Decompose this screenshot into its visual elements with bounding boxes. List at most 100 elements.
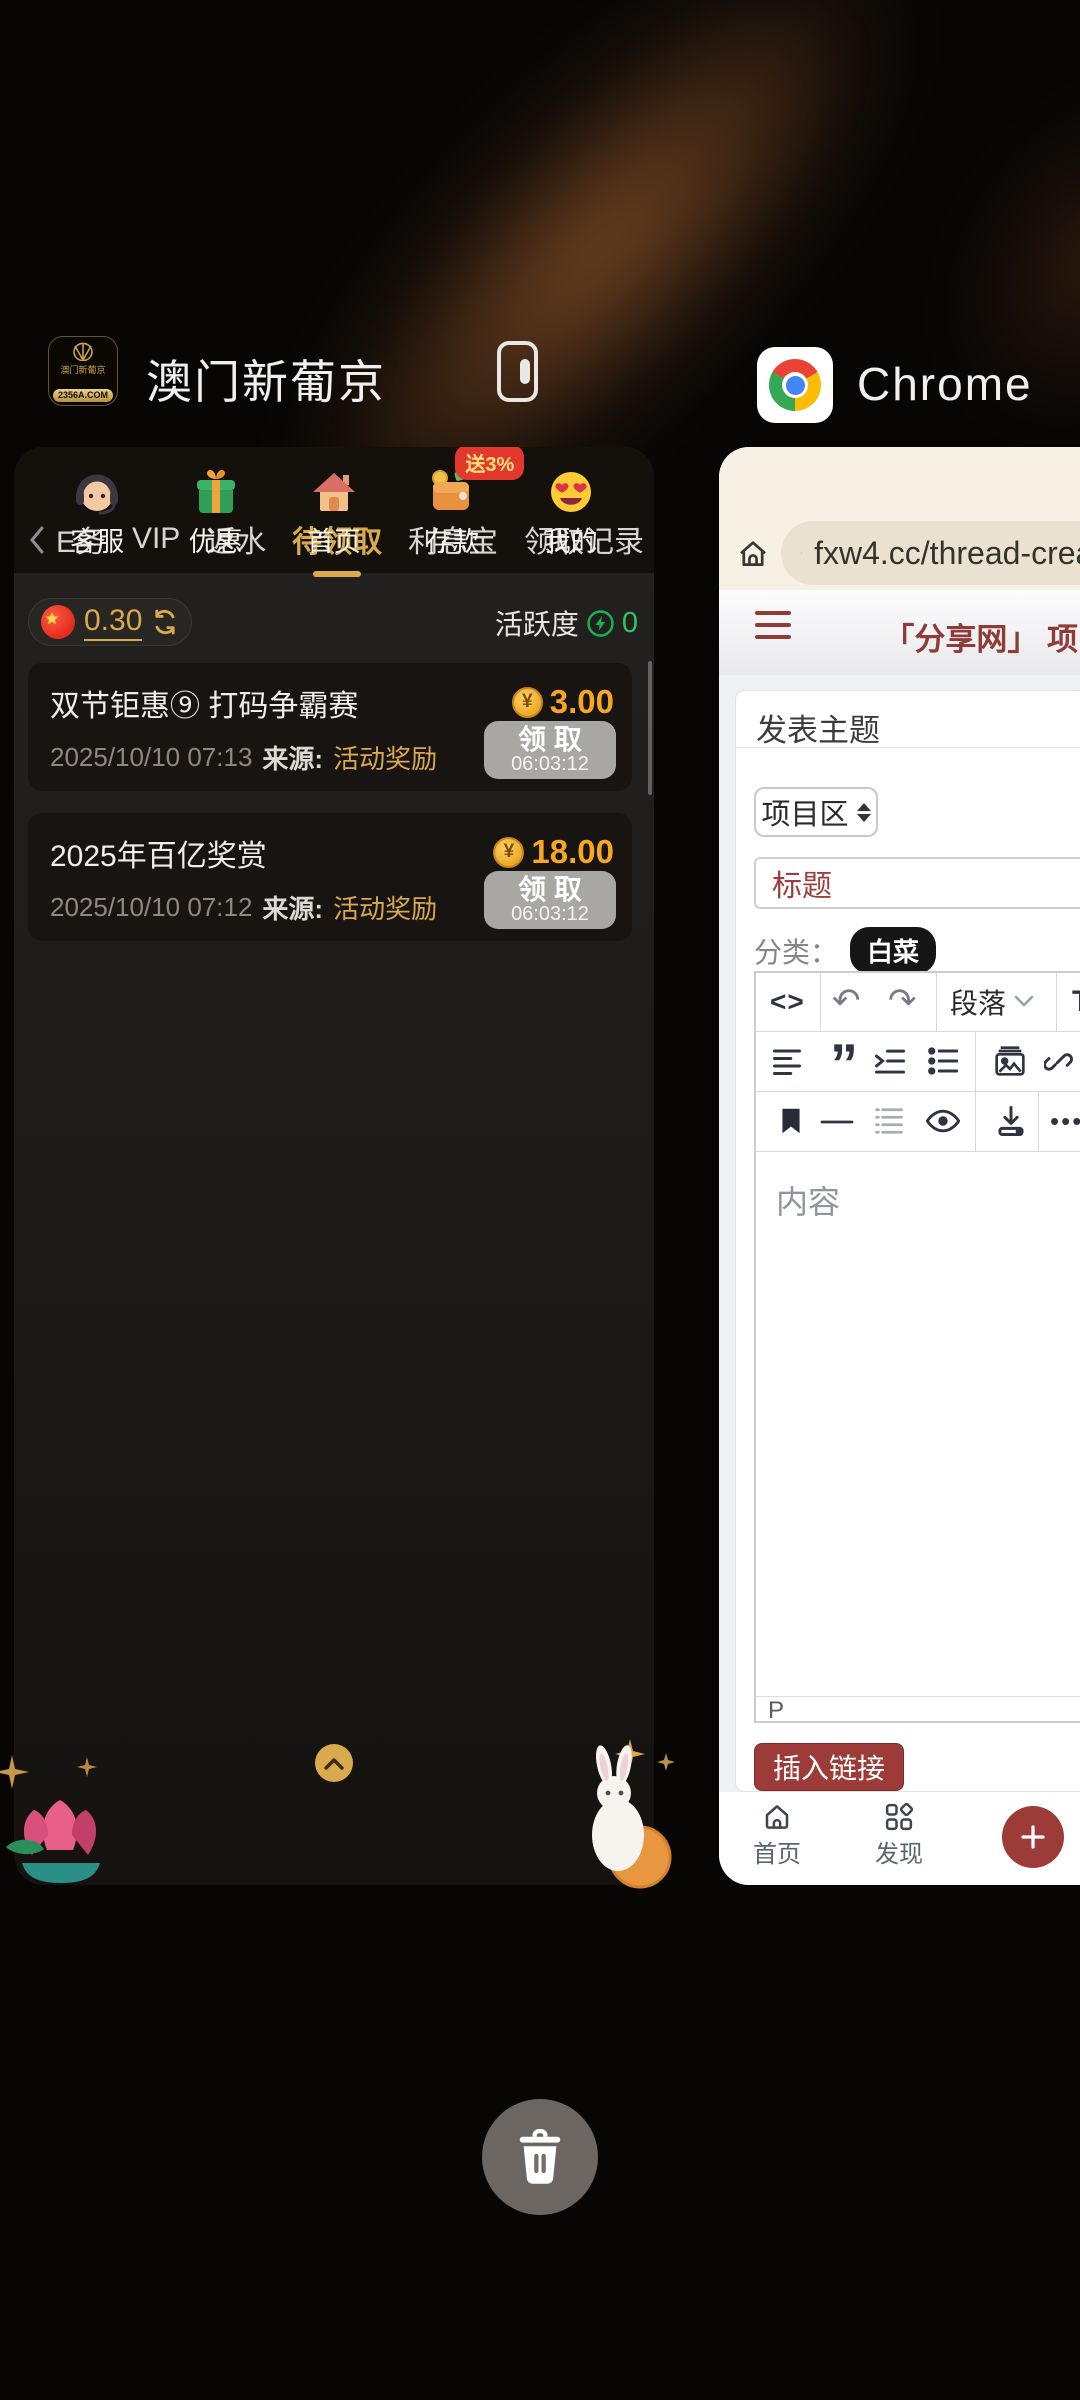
download-icon[interactable] [996,1105,1026,1137]
reward-title: 2025年百亿奖赏 [50,831,267,875]
browser-toolbar: fxw4.cc/thread-create [719,447,1080,590]
reward-date: 2025/10/10 07:12 [50,892,252,923]
site-settings-icon[interactable] [801,539,802,567]
site-header: 「分享网」 项 [719,590,1080,675]
deposit-bonus-badge: 送3% [455,447,524,480]
app-icon-domain-banner: 2356A.COM [53,389,113,402]
site-bottom-nav: 首页 发现 [719,1792,1080,1885]
undo-icon[interactable]: ↶ [832,973,861,1029]
blockquote-icon[interactable]: ” [826,1035,862,1093]
list-style-icon-disabled[interactable] [874,1107,904,1135]
app-icon-casino[interactable]: 澳门新葡京 2356A.COM [48,336,118,406]
nav-item-profile[interactable]: 我的 [544,465,598,559]
refresh-icon[interactable] [151,608,179,636]
rich-text-editor[interactable]: <> ↶ ↷ 段落 T ” [754,971,1080,1723]
scrollbar-thumb[interactable] [648,661,652,795]
indent-icon[interactable] [874,1047,906,1075]
reward-source-label: 来源: [262,889,323,926]
clear-all-trash-button[interactable] [482,2099,598,2215]
nav-item-deposit[interactable]: 送3% 存款 [425,465,479,559]
site-nav-label: 首页 [753,1834,801,1869]
browser-home-icon[interactable] [736,537,770,571]
content-textarea[interactable]: 内容 [756,1151,1080,1696]
redo-icon[interactable]: ↷ [888,973,917,1029]
split-screen-icon[interactable] [497,341,538,402]
gift-icon [189,465,243,519]
app-switcher-screen: 澳门新葡京 2356A.COM 澳门新葡京 Chrome E务 VIP 返水 待… [0,0,1080,2400]
activity-bolt-icon [587,610,614,637]
new-thread-plus-button[interactable] [1002,1806,1064,1868]
preview-eye-icon[interactable] [926,1108,960,1134]
select-updown-icon [857,803,871,822]
scroll-to-top-button[interactable] [315,1744,353,1782]
recent-app-card-casino[interactable]: E务 VIP 返水 待领取 利息宝 领取记录 0.30 活跃度 [14,447,654,1885]
recent-app-card-chrome[interactable]: fxw4.cc/thread-create 「分享网」 项 发表主题 项目区 标… [719,447,1080,1885]
reward-source: 活动奖励 [333,739,437,776]
bookmark-icon[interactable] [780,1107,802,1135]
align-left-icon[interactable] [772,1047,802,1075]
app-icon-chrome[interactable] [757,347,833,423]
horizontal-rule-icon[interactable] [820,1119,854,1125]
new-thread-form: 发表主题 项目区 标题 分类： 白菜 <> ↶ ↷ [735,690,1080,1792]
nav-item-home[interactable]: 首页 [307,465,361,559]
thread-title-input[interactable]: 标题 [754,857,1080,909]
claim-button[interactable]: 领 取 06:03:12 [484,721,616,779]
nav-label: 我的 [544,520,598,559]
url-text[interactable]: fxw4.cc/thread-create [814,535,1080,572]
heart-eyes-emoji-icon [544,465,598,519]
claim-button[interactable]: 领 取 06:03:12 [484,871,616,929]
forum-select[interactable]: 项目区 [754,787,878,837]
chevron-down-icon[interactable] [1014,995,1034,1008]
insert-link-button[interactable]: 插入链接 [754,1743,904,1791]
chrome-logo-icon [769,359,821,411]
app1-title: 澳门新葡京 [146,346,386,412]
format-text-icon[interactable]: T [1072,973,1080,1031]
nav-item-customer-service[interactable]: 客服 [70,465,124,559]
paragraph-style-select[interactable]: 段落 [950,973,1006,1031]
nav-label: 首页 [307,520,361,559]
nav-label: 优惠 [189,520,243,559]
category-tag[interactable]: 白菜 [850,927,936,974]
content-placeholder: 内容 [776,1177,840,1223]
tab-vip[interactable]: VIP [132,522,180,556]
claim-button-label: 领 取 [518,725,582,754]
claim-countdown: 06:03:12 [511,754,589,775]
form-title: 发表主题 [756,705,880,750]
reward-source: 活动奖励 [333,889,437,926]
nav-label: 客服 [70,520,124,559]
coin-icon: ¥ [493,837,524,868]
china-flag-icon [41,605,75,639]
reward-amount-box: ¥ 3.00 [512,683,614,721]
site-nav-discover[interactable]: 发现 [875,1802,923,1869]
chevron-up-icon [323,1757,345,1770]
site-nav-home[interactable]: 首页 [753,1802,801,1869]
category-row: 分类： 白菜 [754,927,936,974]
balance-value[interactable]: 0.30 [84,604,142,641]
nav-label: 存款 [425,520,479,559]
balance-pill[interactable]: 0.30 [28,598,192,646]
coin-icon: ¥ [512,687,543,718]
nav-item-promotions[interactable]: 优惠 [189,465,243,559]
app-bottom-nav: 客服 优惠 首页 [14,447,654,573]
reward-amount: 18.00 [531,833,614,871]
crown-logo-icon [68,341,98,361]
code-view-icon[interactable]: <> [770,973,805,1031]
home-icon [762,1802,792,1832]
reward-amount: 3.00 [550,683,614,721]
reward-list-item[interactable]: 2025年百亿奖赏 ¥ 18.00 2025/10/10 07:12 来源: 活… [28,813,632,941]
site-title: 「分享网」 项 [883,614,1078,659]
activity-row: 活跃度 0 [495,603,638,643]
more-options-icon[interactable]: ••• [1050,1091,1080,1151]
app-icon-name-text: 澳门新葡京 [49,366,117,375]
claim-countdown: 06:03:12 [511,904,589,925]
element-path-tag: P [768,1697,784,1724]
insert-image-icon[interactable] [994,1045,1026,1077]
reward-list-item[interactable]: 双节钜惠⑨ 打码争霸赛 ¥ 3.00 2025/10/10 07:13 来源: … [28,663,632,791]
insert-link-icon[interactable] [1044,1046,1074,1076]
claim-button-label: 领 取 [518,875,582,904]
url-bar[interactable]: fxw4.cc/thread-create [781,521,1080,585]
category-label: 分类： [754,931,838,971]
back-chevron-icon[interactable] [28,525,46,555]
menu-hamburger-icon[interactable] [755,611,791,647]
bullet-list-icon[interactable] [928,1047,958,1075]
